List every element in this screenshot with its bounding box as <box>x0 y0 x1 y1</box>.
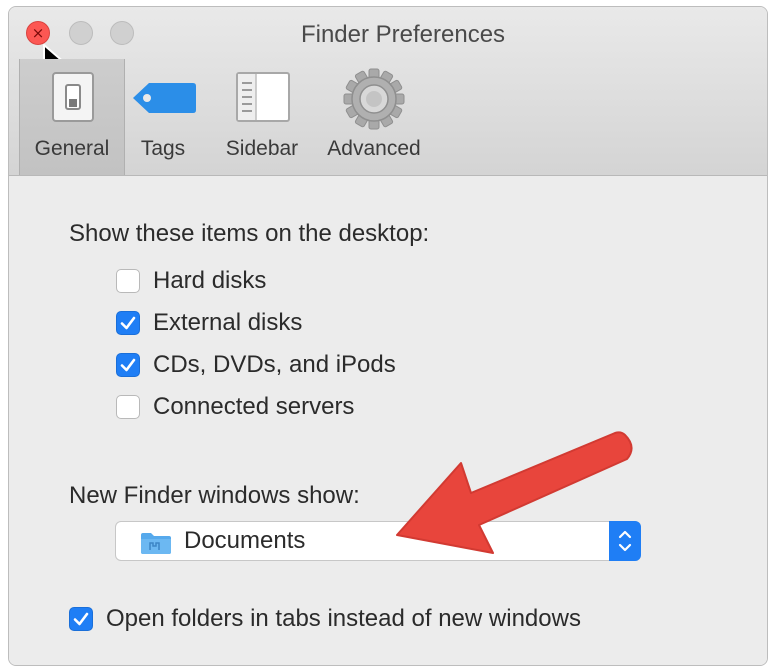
connected-servers-checkbox[interactable] <box>116 395 140 419</box>
tab-advanced[interactable]: Advanced <box>317 59 431 175</box>
checkmark-icon <box>120 316 136 330</box>
tab-sidebar-label: Sidebar <box>225 137 299 160</box>
open-in-tabs-checkbox[interactable] <box>69 607 93 631</box>
new-window-heading: New Finder windows show: <box>69 482 360 509</box>
tab-general[interactable]: General <box>19 59 125 175</box>
selected-folder-value: Documents <box>184 527 306 554</box>
select-stepper[interactable] <box>609 521 641 561</box>
open-in-tabs-label: Open folders in tabs instead of new wind… <box>106 605 581 632</box>
window-title: Finder Preferences <box>300 21 506 48</box>
hard-disks-checkbox[interactable] <box>116 269 140 293</box>
tag-icon <box>133 83 196 113</box>
cds-dvds-ipods-checkbox[interactable] <box>116 353 140 377</box>
tab-advanced-label: Advanced <box>327 137 421 160</box>
external-disks-label: External disks <box>153 309 303 336</box>
tab-sidebar[interactable]: Sidebar <box>215 59 309 175</box>
general-pane: Show these items on the desktop: Hard di… <box>9 176 767 665</box>
folder-icon <box>141 533 171 554</box>
new-window-target-select[interactable]: Documents <box>115 521 641 561</box>
titlebar: × Finder Preferences General Tags Sideba… <box>9 7 767 176</box>
external-disks-checkbox[interactable] <box>116 311 140 335</box>
checkmark-icon <box>73 612 89 626</box>
desktop-items-heading: Show these items on the desktop: <box>69 220 430 247</box>
chevron-up-down-icon <box>618 530 632 552</box>
gear-icon <box>343 68 405 130</box>
checkmark-icon <box>120 358 136 372</box>
tab-general-label: General <box>34 137 110 160</box>
tab-tags[interactable]: Tags <box>129 59 197 175</box>
sidebar-icon <box>236 72 290 122</box>
connected-servers-label: Connected servers <box>153 393 355 420</box>
hard-disks-label: Hard disks <box>153 267 267 294</box>
switch-icon <box>52 72 94 122</box>
finder-preferences-window: × Finder Preferences General Tags Sideba… <box>8 6 768 666</box>
tab-tags-label: Tags <box>140 137 186 160</box>
cds-dvds-ipods-label: CDs, DVDs, and iPods <box>153 351 396 378</box>
